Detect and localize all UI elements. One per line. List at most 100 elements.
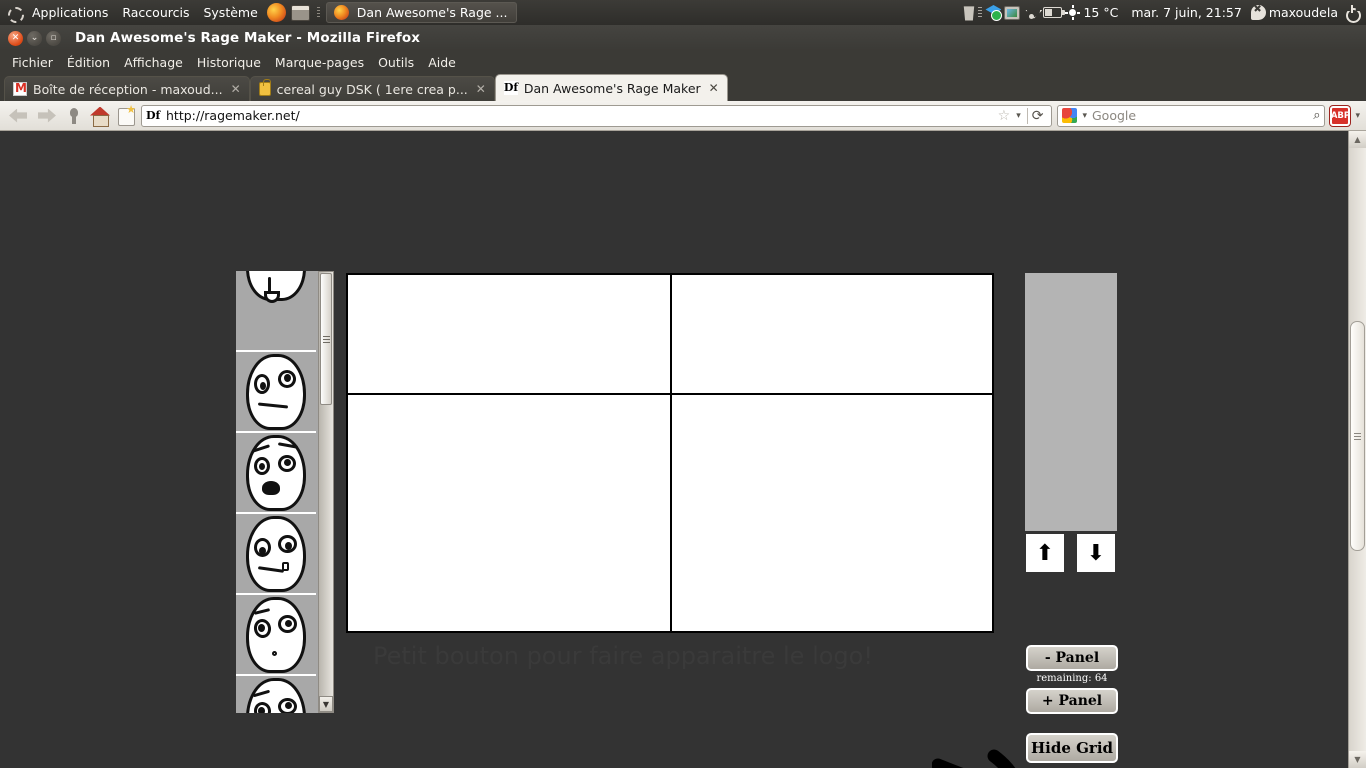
google-icon[interactable] [1062, 108, 1078, 123]
canvas-vertical-divider [670, 275, 672, 631]
temperature-label[interactable]: 15 °C [1083, 5, 1118, 20]
list-item[interactable] [236, 676, 316, 713]
rage-face-list-scrollbar[interactable]: ▼ [318, 271, 334, 713]
page-scroll-up-button[interactable]: ▲ [1349, 131, 1366, 148]
menu-fichier[interactable]: Fichier [6, 54, 59, 71]
firefox-window: ✕ ⌄ ▫ Dan Awesome's Rage Maker - Mozilla… [0, 25, 1366, 768]
rage-face-icon [240, 352, 312, 431]
bookmark-star-icon[interactable]: ☆ [998, 108, 1011, 124]
tab-label: Boîte de réception - maxoud... [33, 81, 223, 97]
search-icon[interactable]: ⌕ [1313, 108, 1320, 123]
menu-edition[interactable]: Édition [61, 54, 116, 71]
screen: Applications Raccourcis Système Dan Awes… [0, 0, 1366, 768]
user-name-label[interactable]: maxoudela [1269, 5, 1342, 20]
move-down-button[interactable]: ⬇ [1077, 534, 1115, 572]
brightness-icon[interactable] [1065, 5, 1081, 20]
plus-panel-button[interactable]: + Panel [1026, 688, 1118, 714]
gnome-panel-right: 15 °C mar. 7 juin, 21:57 maxoudela [962, 4, 1366, 21]
search-bar[interactable]: ▾ Google ⌕ [1057, 104, 1326, 127]
menu-aide[interactable]: Aide [422, 54, 462, 71]
canvas-horizontal-divider [348, 393, 992, 395]
adblock-plus-icon[interactable]: ABP [1330, 105, 1351, 126]
search-input[interactable]: Google [1092, 108, 1308, 123]
taskbar-window-button[interactable]: Dan Awesome's Rage ... [325, 2, 518, 23]
screen-icon[interactable] [1004, 5, 1021, 20]
firefox-menubar: Fichier Édition Affichage Historique Mar… [0, 51, 1366, 73]
stop-button-icon[interactable] [64, 106, 84, 126]
rage-face-icon [240, 433, 312, 512]
chevron-down-icon[interactable]: ▾ [1016, 111, 1021, 121]
rage-face-icon [240, 676, 312, 713]
scrollbar-grip-icon [1354, 432, 1361, 440]
drawn-arrow-annotation [932, 749, 1016, 768]
window-minimize-button[interactable]: ⌄ [27, 30, 42, 46]
url-text[interactable]: http://ragemaker.net/ [166, 108, 992, 123]
lock-favicon-icon [258, 79, 271, 96]
window-maximize-button[interactable]: ▫ [46, 30, 61, 46]
url-bar[interactable]: Df http://ragemaker.net/ ☆ ▾ ⟳ [141, 104, 1053, 127]
tab-close-icon[interactable]: ✕ [709, 81, 719, 95]
list-item[interactable] [236, 352, 316, 433]
comic-canvas[interactable] [346, 273, 994, 633]
scrollbar-thumb[interactable] [320, 273, 332, 405]
move-up-button[interactable]: ⬆ [1026, 534, 1064, 572]
tab-rage-maker[interactable]: Df Dan Awesome's Rage Maker ✕ [494, 74, 728, 101]
battery-icon[interactable] [1043, 7, 1066, 18]
page-content: ▼ Reload Petit bouton pour faire apparai… [0, 131, 1366, 768]
minus-panel-button[interactable]: - Panel [1026, 645, 1118, 671]
tab-label: Dan Awesome's Rage Maker [523, 80, 701, 96]
gnome-menu-raccourcis[interactable]: Raccourcis [115, 0, 196, 25]
wifi-icon[interactable] [1023, 6, 1040, 20]
power-icon[interactable] [1345, 5, 1360, 20]
annotation-text: Petit bouton pour faire apparaitre le lo… [373, 642, 873, 670]
gmail-favicon-icon [13, 81, 27, 96]
tab-close-icon[interactable]: ✕ [231, 82, 241, 96]
home-button-icon[interactable] [89, 106, 111, 127]
list-item[interactable] [236, 271, 316, 352]
page-scrollbar[interactable]: ▲ ▼ [1348, 131, 1366, 768]
window-close-button[interactable]: ✕ [8, 30, 23, 46]
search-engine-chevron-down-icon[interactable]: ▾ [1082, 111, 1087, 121]
tab-gmail[interactable]: Boîte de réception - maxoud... ✕ [4, 76, 250, 101]
clock-label[interactable]: mar. 7 juin, 21:57 [1125, 5, 1247, 20]
firefox-tabbar: Boîte de réception - maxoud... ✕ cereal … [0, 73, 1366, 101]
page-scroll-down-button[interactable]: ▼ [1349, 751, 1366, 768]
ragemaker-favicon-icon: Df [503, 81, 519, 95]
scrollbar-down-button[interactable]: ▼ [319, 696, 333, 712]
list-item[interactable] [236, 433, 316, 514]
rage-face-list[interactable] [236, 271, 318, 713]
list-item[interactable] [236, 514, 316, 595]
bookmark-page-icon[interactable] [116, 103, 136, 126]
tab-cereal-guy[interactable]: cereal guy DSK ( 1ere crea p... ✕ [249, 76, 495, 101]
window-title: Dan Awesome's Rage Maker - Mozilla Firef… [75, 30, 421, 46]
gnome-top-panel: Applications Raccourcis Système Dan Awes… [0, 0, 1366, 25]
gnome-panel-left: Applications Raccourcis Système Dan Awes… [0, 0, 518, 25]
gnome-menu-systeme[interactable]: Système [196, 0, 264, 25]
adblock-chevron-down-icon[interactable]: ▾ [1355, 111, 1360, 121]
scrollbar-grip-icon [322, 335, 330, 343]
user-status-icon[interactable] [1250, 4, 1266, 20]
gnome-menu-applications[interactable]: Applications [25, 0, 115, 25]
menu-historique[interactable]: Historique [191, 54, 267, 71]
menu-affichage[interactable]: Affichage [118, 54, 189, 71]
firefox-launcher-icon[interactable] [266, 3, 286, 22]
menu-marque-pages[interactable]: Marque-pages [269, 54, 370, 71]
dropbox-icon[interactable] [985, 5, 1003, 21]
page-scrollbar-thumb[interactable] [1350, 321, 1365, 551]
menu-outils[interactable]: Outils [372, 54, 420, 71]
printer-icon[interactable] [290, 4, 310, 21]
panel-separator [316, 6, 320, 19]
color-preview-box[interactable] [1025, 273, 1117, 531]
reload-page-icon[interactable]: ⟳ [1026, 107, 1048, 124]
tab-label: cereal guy DSK ( 1ere crea p... [276, 81, 468, 97]
list-item[interactable] [236, 595, 316, 676]
rage-face-icon [240, 514, 312, 593]
trash-icon[interactable] [963, 6, 975, 21]
tab-close-icon[interactable]: ✕ [476, 82, 486, 96]
window-titlebar: ✕ ⌄ ▫ Dan Awesome's Rage Maker - Mozilla… [0, 25, 1366, 51]
forward-button-icon[interactable] [35, 105, 59, 127]
back-button-icon[interactable] [6, 105, 30, 127]
remaining-label: remaining: 64 [1036, 673, 1108, 684]
rage-face-icon [240, 271, 312, 350]
hide-grid-button[interactable]: Hide Grid [1026, 733, 1118, 763]
